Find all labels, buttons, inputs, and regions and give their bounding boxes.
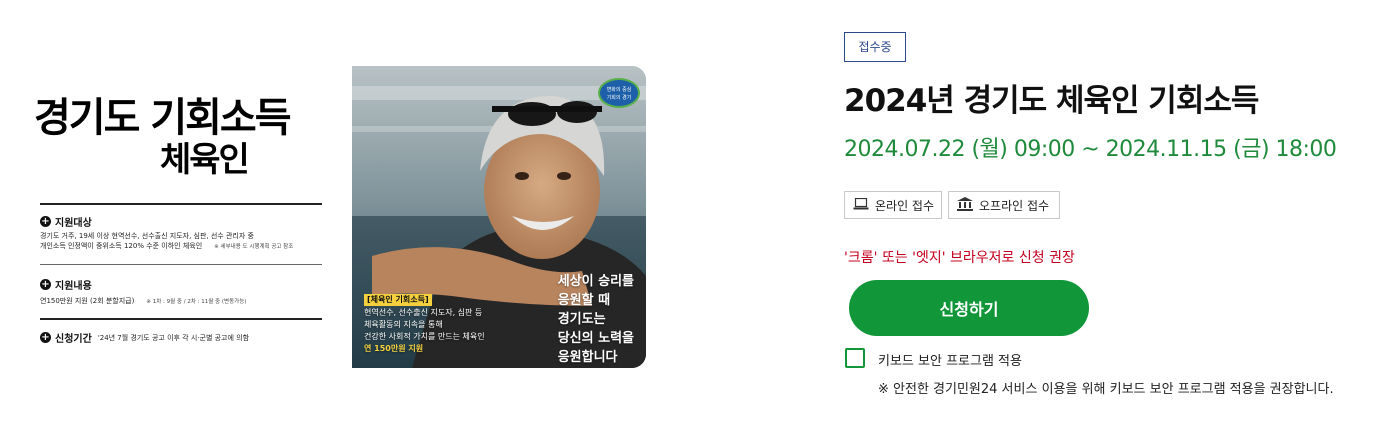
photo-slogan: 세상이 승리를 응원할 때 경기도는 당신의 노력을 응원합니다: [557, 274, 634, 365]
poster-section-line: '24년 7월 경기도 공고 이후 각 시·군별 공고에 의함: [97, 333, 250, 342]
poster-divider: [40, 318, 322, 320]
poster-section-line: 개인소득 인정액이 중위소득 120% 수준 이하인 체육인: [40, 242, 203, 250]
poster-section-note: ※ 1차 : 9월 중 / 2차 : 11월 중 (변동가능): [146, 299, 247, 305]
poster-title: 경기도 기회소득: [34, 95, 292, 141]
keyboard-security-label[interactable]: 키보드 보안 프로그램 적용: [878, 350, 1022, 369]
plus-circle-icon: +: [40, 279, 51, 290]
poster-divider: [40, 203, 322, 205]
application-period: 2024.07.22 (월) 09:00 ~ 2024.11.15 (금) 18…: [844, 137, 1337, 162]
keyboard-security-checkbox[interactable]: [845, 348, 865, 368]
page-title: 2024년 경기도 체육인 기회소득: [844, 83, 1259, 119]
poster-section-heading: 신청기간: [55, 334, 92, 345]
online-application-chip: 온라인 접수: [844, 191, 942, 219]
plus-circle-icon: +: [40, 216, 51, 227]
swimmer-photo-card: 변화의 중심 기회의 경기 세상이 승리를 응원할 때 경기도는 당신의 노력을 …: [352, 66, 646, 368]
keyboard-security-note: ※ 안전한 경기민원24 서비스 이용을 위해 키보드 보안 프로그램 적용을 …: [878, 382, 1334, 397]
photo-info-text: [체육인 기회소득] 현역선수, 선수출신 지도자, 심판 등 체육활동의 지속…: [364, 294, 485, 353]
poster-section-period: + 신청기간 '24년 7월 경기도 공고 이후 각 시·군별 공고에 의함: [40, 330, 322, 345]
poster-section-line: 경기도 거주, 19세 이상 현역선수, 선수출신 지도자, 심판, 선수 관리…: [40, 232, 254, 240]
poster-image: 경기도 기회소득 체육인 + 지원대상 경기도 거주, 19세 이상 현역선수,…: [30, 90, 322, 350]
poster-section-heading: 지원내용: [55, 281, 92, 292]
poster-divider: [40, 264, 322, 265]
poster-section-line: 연150만원 지원 (2회 분할지급): [40, 297, 135, 305]
offline-application-label: 오프라인 접수: [979, 198, 1050, 213]
gyeonggi-logo-badge: 변화의 중심 기회의 경기: [598, 78, 640, 108]
laptop-icon: [853, 197, 869, 213]
status-badge: 접수중: [844, 32, 906, 62]
photo-info-tag: [체육인 기회소득]: [364, 294, 432, 306]
apply-button[interactable]: 신청하기: [849, 280, 1089, 336]
online-application-label: 온라인 접수: [875, 198, 935, 213]
poster-section-target: + 지원대상 경기도 거주, 19세 이상 현역선수, 선수출신 지도자, 심판…: [40, 214, 322, 251]
poster-section-content: + 지원내용 연150만원 지원 (2회 분할지급) ※ 1차 : 9월 중 /…: [40, 277, 322, 306]
poster-subtitle: 체육인: [160, 140, 250, 180]
poster-section-heading: 지원대상: [55, 218, 92, 229]
browser-recommendation: '크롬' 또는 '엣지' 브라우저로 신청 권장: [844, 250, 1075, 266]
offline-application-chip: 오프라인 접수: [948, 191, 1060, 219]
bank-building-icon: [957, 196, 973, 214]
photo-info-amount: 연 150만원 지원: [364, 344, 424, 353]
poster-section-note: ※ 세부내용 도 시행계획 공고 참조: [214, 244, 294, 250]
plus-circle-icon: +: [40, 332, 51, 343]
